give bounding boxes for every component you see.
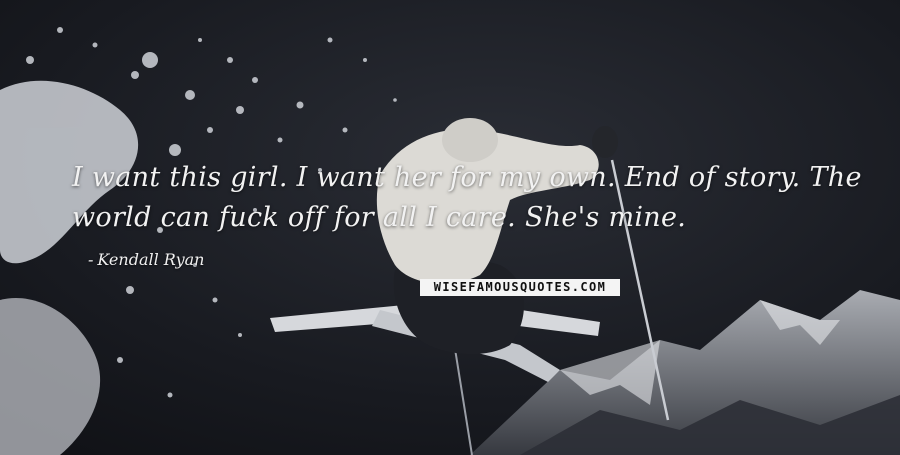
watermark-logo: WISEFAMOUSQUOTES.COM <box>420 279 620 296</box>
quote-author: - Kendall Ryan <box>88 250 204 269</box>
author-dash: - <box>88 250 94 269</box>
quote-text: I want this girl. I want her for my own.… <box>72 162 862 233</box>
author-name: Kendall Ryan <box>97 250 205 269</box>
